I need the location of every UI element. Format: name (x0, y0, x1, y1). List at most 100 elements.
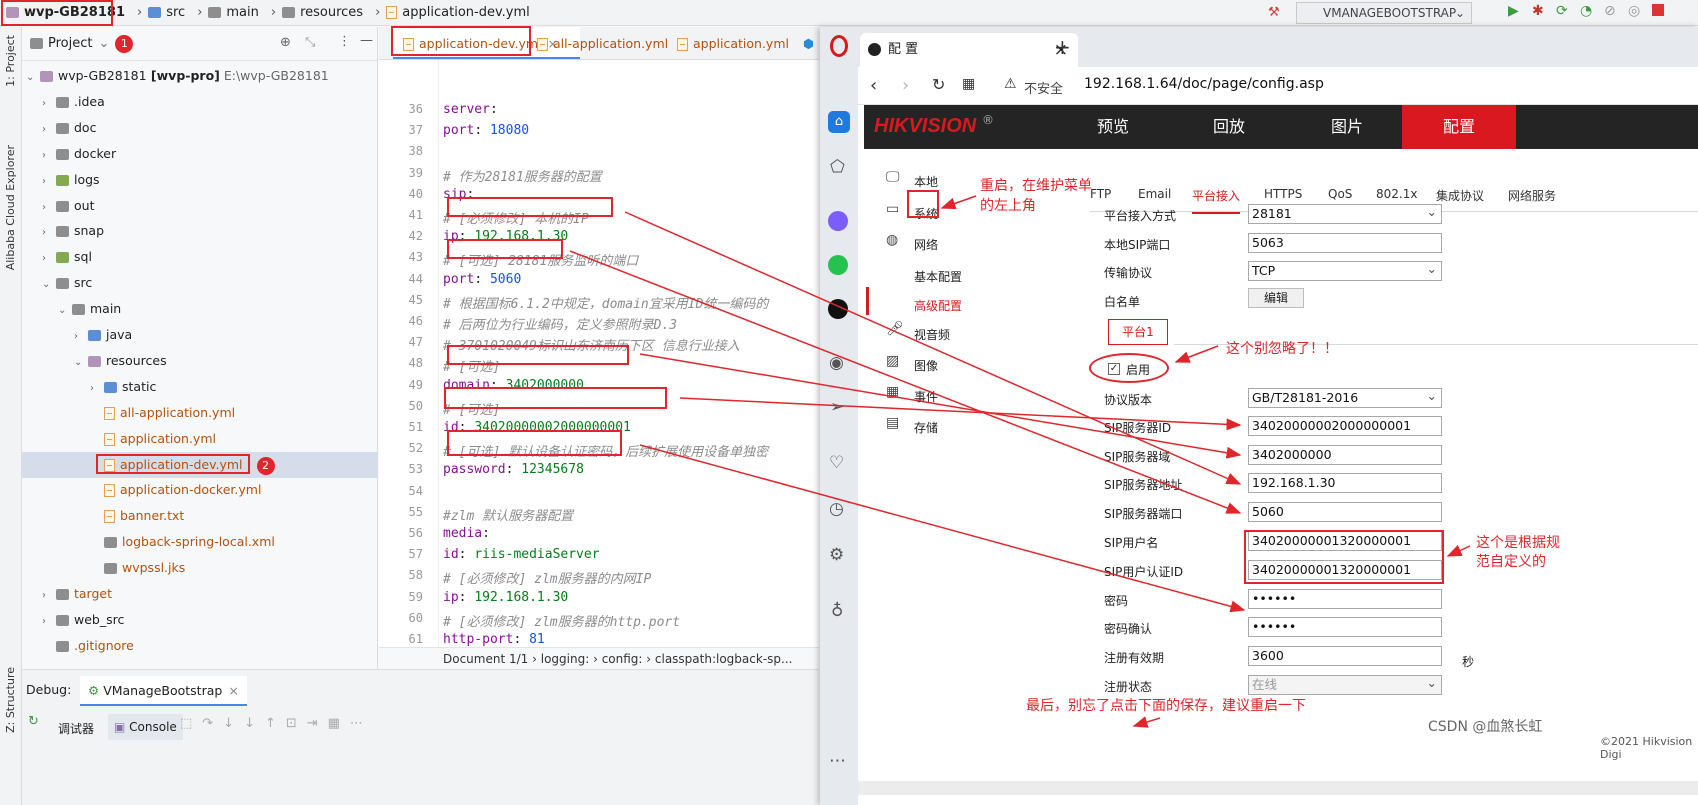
heart-icon[interactable]: ♡ (829, 453, 844, 473)
structure-tool-tab[interactable]: Z: Structure (4, 667, 17, 733)
back-icon[interactable]: ‹ (870, 75, 877, 96)
tab-all-application[interactable]: all-application.yml (537, 27, 668, 59)
code-line[interactable]: port: 5060 (443, 272, 521, 287)
field-select[interactable]: TCP ⌄ (1248, 261, 1442, 281)
menu-advanced-config[interactable]: 高级配置 (914, 297, 962, 314)
expand-arrow-icon[interactable]: › (42, 195, 52, 221)
opera-logo-icon[interactable] (830, 35, 848, 57)
expand-arrow-icon[interactable]: › (42, 143, 52, 169)
whatsapp-icon[interactable] (828, 255, 848, 275)
tree-item-logback-spring-local-xml[interactable]: logback-spring-local.xml (90, 529, 275, 555)
field-input[interactable]: •••••• (1248, 589, 1442, 609)
rerun-icon[interactable]: ↻ (28, 714, 39, 729)
history-icon[interactable]: ◷ (829, 499, 844, 519)
tree-item-out[interactable]: › out (42, 193, 94, 219)
code-line[interactable]: server: (443, 102, 498, 117)
menu-audio-video[interactable]: 视音频 (914, 326, 950, 343)
tree-item-snap[interactable]: › snap (42, 218, 104, 244)
coverage-icon[interactable]: ⟳ (1556, 3, 1568, 19)
tree-item-all-application-yml[interactable]: all-application.yml (90, 400, 235, 426)
breadcrumb-config[interactable]: config: (602, 652, 643, 666)
stop-icon[interactable]: ◎ (1628, 3, 1640, 19)
speed-dial-icon[interactable]: ⬠ (830, 157, 845, 177)
tiktok-icon[interactable] (828, 299, 848, 319)
code-line[interactable]: # 根据国标6.1.2中规定，domain宜采用ID统一编码的 (443, 293, 768, 312)
project-tool-tab[interactable]: 1: Project (4, 35, 17, 87)
tree-item-application-yml[interactable]: application.yml (90, 426, 216, 452)
nav-configuration[interactable]: 配置 (1402, 105, 1516, 149)
code-line[interactable]: # 作为28181服务器的配置 (443, 166, 602, 185)
expand-arrow-icon[interactable]: ⌄ (74, 350, 84, 376)
run-configuration-select[interactable]: VMANAGEBOOTSTRAP ⌄ (1296, 2, 1472, 24)
field-input[interactable]: 34020000002000000001 (1248, 416, 1442, 436)
code-line[interactable]: id: riis-mediaServer (443, 547, 600, 562)
console-tab[interactable]: ▣ Console (108, 714, 183, 740)
profile-icon[interactable]: ◔ (1580, 3, 1592, 19)
debug-step-icons[interactable]: ⬚↷↓↓↑⊡⇥▦⋯ (180, 716, 373, 731)
whitelist-edit-button[interactable]: 编辑 (1248, 288, 1304, 308)
expand-arrow-icon[interactable]: ⌄ (42, 272, 52, 298)
browser-tab[interactable]: 配 置 × (860, 33, 1078, 67)
tree-item-application-docker-yml[interactable]: application-docker.yml (90, 477, 261, 503)
tree-item-static[interactable]: › static (90, 374, 156, 400)
tree-item-doc[interactable]: › doc (42, 115, 96, 141)
more-icon[interactable]: ⋯ (829, 751, 846, 771)
forward-icon[interactable]: › (902, 75, 909, 96)
subtab-5[interactable]: 802.1x (1376, 187, 1417, 201)
subtab-4[interactable]: QoS (1328, 187, 1352, 201)
player-icon[interactable]: ◉ (829, 353, 844, 373)
subtab-2[interactable]: 平台接入 (1192, 187, 1241, 214)
tree-item-wvp-gb28181[interactable]: ⌄ wvp-GB28181 [wvp-pro] E:\wvp-GB28181 (26, 63, 329, 89)
close-icon[interactable]: × (228, 683, 238, 698)
breadcrumb-main[interactable]: main (208, 5, 259, 20)
field-select[interactable]: 28181 ⌄ (1248, 204, 1442, 224)
breadcrumb-logging[interactable]: logging: (541, 652, 590, 666)
platform1-tab[interactable]: 平台1 (1108, 319, 1168, 345)
code-line[interactable]: # [必须修改] zlm服务器的http.port (443, 611, 680, 630)
tab-application[interactable]: application.yml (677, 27, 789, 59)
code-line[interactable]: media: (443, 526, 490, 541)
subtab-6[interactable]: 集成协议 (1436, 187, 1484, 204)
new-tab-icon[interactable]: + (1054, 35, 1071, 59)
expand-arrow-icon[interactable]: › (74, 324, 84, 350)
tree-item-logs[interactable]: › logs (42, 167, 100, 193)
settings-icon[interactable]: ⚙ (829, 545, 844, 565)
send-icon[interactable]: ➢ (830, 397, 844, 417)
menu-basic-config[interactable]: 基本配置 (914, 268, 962, 285)
expand-arrow-icon[interactable]: › (42, 609, 52, 635)
field-input[interactable]: 3600 (1248, 646, 1442, 666)
debugger-tab[interactable]: 调试器 (58, 720, 94, 737)
breadcrumb-document[interactable]: Document 1/1 (443, 652, 528, 666)
field-input[interactable]: 3402000000 (1248, 445, 1442, 465)
code-line[interactable]: ip: 192.168.1.30 (443, 590, 568, 605)
chevron-down-icon[interactable]: ⌄ (98, 36, 109, 51)
expand-arrow-icon[interactable]: › (42, 169, 52, 195)
subtab-1[interactable]: Email (1138, 187, 1171, 201)
hammer-icon[interactable]: ⚒ (1268, 5, 1280, 20)
more-tabs-icon[interactable]: ⬢ (803, 27, 814, 59)
expand-arrow-icon[interactable]: › (42, 91, 52, 117)
tree-item-src[interactable]: ⌄ src (42, 270, 92, 296)
collapse-icon[interactable]: ⤡ (305, 35, 315, 50)
url-field[interactable]: 192.168.1.64/doc/page/config.asp (1084, 76, 1324, 92)
expand-arrow-icon[interactable]: › (90, 376, 100, 402)
tree-item-wvpssl-jks[interactable]: wvpssl.jks (90, 555, 185, 581)
attach-icon[interactable]: ⊘ (1604, 3, 1616, 19)
tree-item-banner-txt[interactable]: banner.txt (90, 503, 184, 529)
breadcrumb-classpath[interactable]: classpath:logback-sp... (655, 652, 793, 666)
field-input[interactable]: •••••• (1248, 617, 1442, 637)
menu-network[interactable]: 网络 (914, 236, 938, 253)
options-icon[interactable]: ⋮ (338, 34, 351, 49)
nav-playback[interactable]: 回放 (1174, 105, 1284, 149)
tree-item-target[interactable]: › target (42, 581, 112, 607)
stop-square-icon[interactable] (1652, 4, 1664, 16)
cloud-explorer-tool-tab[interactable]: Alibaba Cloud Explorer (4, 145, 17, 270)
field-input[interactable]: 192.168.1.30 (1248, 473, 1442, 493)
tree-item-main[interactable]: ⌄ main (58, 296, 121, 322)
security-indicator[interactable]: 不安全 (1024, 78, 1063, 97)
code-line[interactable]: #zlm 默认服务器配置 (443, 505, 573, 524)
tree-item-idea[interactable]: › .idea (42, 89, 105, 115)
expand-arrow-icon[interactable]: › (42, 117, 52, 143)
tree-item-resources[interactable]: ⌄ resources (74, 348, 167, 374)
tree-item-web-src[interactable]: › web_src (42, 607, 124, 633)
